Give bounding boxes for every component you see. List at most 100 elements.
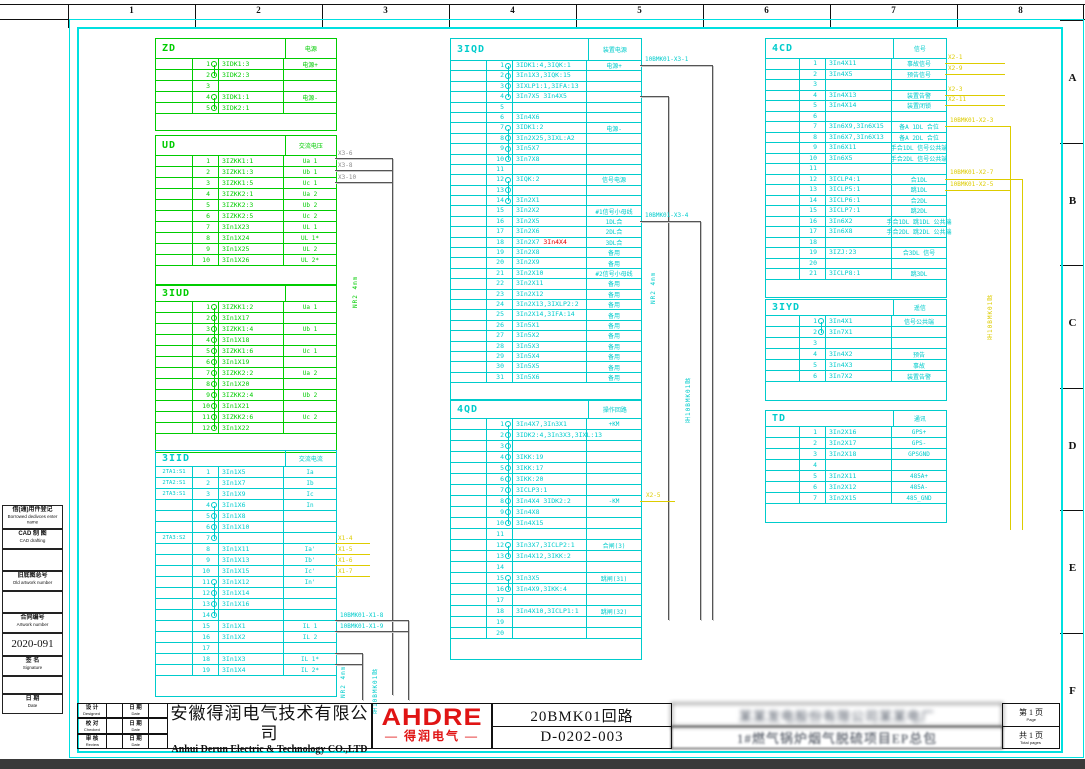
jumper-link xyxy=(214,418,215,429)
cell-wire-number: 3In3X7,3ICLP2:1 xyxy=(513,540,586,550)
cell-external-ref xyxy=(451,441,487,451)
cell-signal-label xyxy=(586,584,641,594)
cell-signal-label xyxy=(283,610,336,620)
cell-signal-label xyxy=(586,155,641,164)
sidebar-label-cn: 旧底图总号 xyxy=(3,572,62,580)
cell-wire-number: 3In2X5 xyxy=(513,217,586,226)
wire-label: 10BMK01-X3-1 xyxy=(645,56,688,63)
cell-signal-label xyxy=(586,518,641,528)
cell-external-ref xyxy=(766,206,800,216)
ruler-tick xyxy=(195,5,196,19)
table-row: 73In1X23UL 1 xyxy=(156,222,336,233)
cell-signal-label: Ua 1 xyxy=(283,156,336,166)
table-row: 13IZKK1:2Ua 1 xyxy=(156,302,336,313)
wire-line xyxy=(700,221,701,620)
cell-wire-number: 3IZKK2:4 xyxy=(219,390,283,400)
sidebar-label-cn: 合同编号 xyxy=(3,614,62,622)
cell-wire-number: 3In7X5 3In4X5 xyxy=(513,92,586,101)
table-row: 13IDK1:3电源+ xyxy=(156,59,336,70)
cell-external-ref xyxy=(451,71,487,80)
wire-line xyxy=(335,576,370,577)
cell-wire-number: 3IZKK2:5 xyxy=(219,211,283,221)
wire-line xyxy=(945,126,1010,127)
sidebar-label-en: CAD drafting xyxy=(6,538,59,543)
cell-wire-number: 3IQK:2 xyxy=(513,175,586,184)
table-row: 83In4X4 3IDK2:2-KM xyxy=(451,496,641,507)
cell-external-ref xyxy=(156,313,193,323)
cell-terminal-number: 8 xyxy=(800,133,826,143)
cell-external-ref xyxy=(451,551,487,561)
cell-signal-label: 备用 xyxy=(586,258,641,267)
table-row: 13In2X16GPS+ xyxy=(766,427,946,438)
cell-terminal-number: 13 xyxy=(487,551,513,561)
cell-terminal-number: 1 xyxy=(193,302,219,312)
cell-terminal-number: 4 xyxy=(487,452,513,462)
cell-wire-number: 3In1X8 xyxy=(219,511,283,521)
cell-terminal-number: 19 xyxy=(487,248,513,257)
table-row: 53IZKK2:3Ub 2 xyxy=(156,200,336,211)
cell-terminal-number: 2 xyxy=(193,167,219,177)
cell-wire-number: 3In1X11 xyxy=(219,544,283,554)
cell-wire-number: 3IDK1:1 xyxy=(219,92,283,102)
cell-terminal-number: 12 xyxy=(800,175,826,185)
wire-line xyxy=(335,543,370,544)
cell-external-ref xyxy=(766,438,800,448)
wire-line xyxy=(945,63,1005,64)
cell-external-ref xyxy=(156,423,193,433)
cell-signal-label: IL 1 xyxy=(283,621,336,631)
wire-line xyxy=(640,96,668,97)
table-row: 183In2X7 3In4X43DL合 xyxy=(451,238,641,248)
cell-signal-label: 合1DL xyxy=(891,175,946,185)
cell-external-ref xyxy=(451,419,487,429)
logo-cell: AHDRE — 得润电气 — xyxy=(372,703,492,749)
cell-wire-number: 3In3X5 xyxy=(513,573,586,583)
label-en: Date xyxy=(131,727,140,732)
table-row: 73In6X9,3In6X15备A 1DL 合位 xyxy=(766,122,946,133)
table-row: 43In7X5 3In4X5 xyxy=(451,92,641,102)
cell-wire-number: 3In5X4 xyxy=(513,352,586,361)
cell-signal-label xyxy=(586,113,641,122)
cell-signal-label: Ia' xyxy=(283,544,336,554)
cell-signal-label: IL 1* xyxy=(283,654,336,664)
cell-external-ref xyxy=(156,103,193,113)
cell-signal-label xyxy=(586,144,641,153)
label-en: Designed xyxy=(83,711,100,716)
table-row: 153In2X2#1信号小母线 xyxy=(451,206,641,216)
table-row: 153ICLP7:1跳2DL xyxy=(766,206,946,217)
table-header-label: 装置电源 xyxy=(588,39,641,60)
cell-wire-number: 3IDK2:1 xyxy=(219,103,283,113)
cell-terminal-number: 11 xyxy=(800,164,826,174)
cell-external-ref xyxy=(156,302,193,312)
cell-signal-label xyxy=(283,103,336,113)
cell-terminal-number: 12 xyxy=(193,423,219,433)
table-row: 113IZKK2:6Uc 2 xyxy=(156,412,336,423)
cell-signal-label: Ia xyxy=(283,467,336,477)
table-header: 4CD信号 xyxy=(766,39,946,59)
cell-terminal-number: 5 xyxy=(800,471,826,481)
cell-wire-number: 3In2X18 xyxy=(826,449,891,459)
cell-external-ref xyxy=(451,186,487,195)
table-title: 3IYD xyxy=(766,300,893,315)
table-header: TD通讯 xyxy=(766,411,946,427)
table-empty-strip xyxy=(451,639,641,659)
cell-external-ref xyxy=(451,82,487,91)
ruler-tick xyxy=(68,5,69,19)
cell-terminal-number: 13 xyxy=(800,185,826,195)
cell-wire-number: 3In4X2 xyxy=(826,349,891,359)
cell-signal-label: 电源+ xyxy=(283,59,336,69)
table-row: 23IDK2:3 xyxy=(156,70,336,81)
cell-wire-number: 3IZKK1:3 xyxy=(219,167,283,177)
vertical-cable-label: 至10BMK01屏 xyxy=(371,618,380,714)
table-row: 103In1X21 xyxy=(156,401,336,412)
cell-wire-number: 3In2X12 xyxy=(826,482,891,492)
wire-line xyxy=(392,158,393,695)
cell-signal-label: IL 2 xyxy=(283,632,336,642)
cell-signal-label: Ic xyxy=(283,489,336,499)
table-header-label: 电源 xyxy=(285,39,336,58)
cell-terminal-number: 14 xyxy=(487,562,513,572)
cell-wire-number: 3In4X3 xyxy=(826,360,891,370)
cell-external-ref xyxy=(766,460,800,470)
table-empty-strip xyxy=(156,114,336,130)
table-row: 11 xyxy=(766,164,946,175)
cell-external-ref xyxy=(766,70,800,80)
